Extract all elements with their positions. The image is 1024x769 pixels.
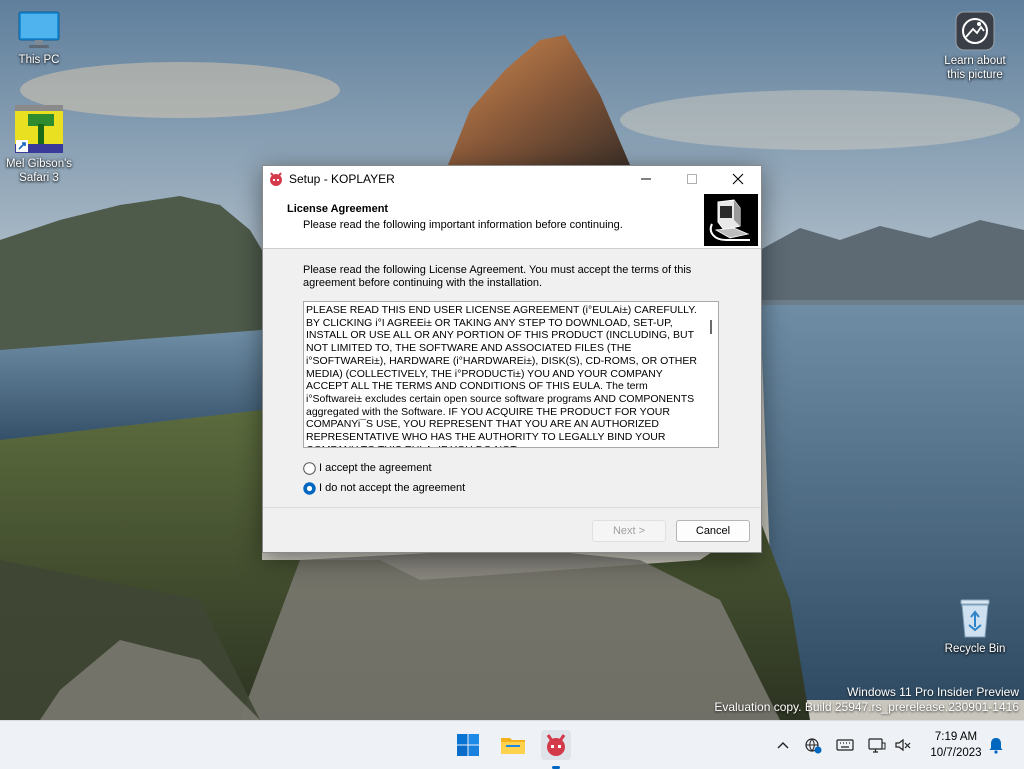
license-scrollbar[interactable]	[704, 302, 718, 447]
speaker-muted-icon	[895, 738, 911, 752]
network-tray-button[interactable]	[803, 735, 823, 755]
show-hidden-icons-button[interactable]	[773, 735, 793, 755]
window-title: Setup - KOPLAYER	[289, 172, 395, 186]
minimize-icon	[641, 178, 651, 180]
start-button[interactable]	[452, 729, 484, 761]
accept-agreement-radio[interactable]: I accept the agreement	[303, 460, 432, 476]
keyboard-tray-button[interactable]	[835, 735, 855, 755]
desktop-icon-learn-picture[interactable]: Learn about this picture	[937, 11, 1013, 82]
page-subtitle: Please read the following important info…	[303, 219, 623, 231]
koplayer-icon	[541, 730, 571, 760]
intro-text: Please read the following License Agreem…	[303, 264, 692, 289]
watermark-build: Evaluation copy. Build 25947.rs_prerelea…	[714, 700, 1019, 714]
computer-install-icon	[704, 194, 758, 246]
bell-icon	[989, 738, 1003, 754]
decline-agreement-label: I do not accept the agreement	[319, 482, 466, 494]
close-icon	[732, 173, 744, 185]
desktop-icon-recycle-bin[interactable]: Recycle Bin	[937, 597, 1013, 656]
taskbar-clock[interactable]: 7:19 AM 10/7/2023	[920, 729, 992, 761]
maximize-button	[669, 166, 715, 192]
close-button[interactable]	[715, 166, 761, 192]
notifications-button[interactable]	[986, 735, 1006, 755]
file-explorer-button[interactable]	[497, 729, 529, 761]
keyboard-icon	[836, 739, 854, 751]
folder-icon	[501, 738, 525, 754]
wizard-header: License Agreement Please read the follow…	[263, 192, 761, 249]
license-text: PLEASE READ THIS END USER LICENSE AGREEM…	[306, 304, 697, 447]
game-shortcut-icon	[15, 105, 63, 153]
footer-divider	[263, 507, 761, 508]
globe-alert-icon	[805, 738, 822, 754]
camera-info-icon	[955, 11, 995, 51]
watermark-edition: Windows 11 Pro Insider Preview	[847, 685, 1019, 699]
desktop-icon-label: This PC	[18, 54, 60, 66]
desktop-icon-this-pc[interactable]: This PC	[1, 10, 77, 67]
installer-logo	[704, 194, 758, 246]
taskbar: 7:19 AM 10/7/2023	[0, 720, 1024, 769]
title-bar[interactable]: Setup - KOPLAYER	[263, 166, 761, 192]
monitor-icon	[18, 11, 60, 48]
chevron-up-icon	[777, 742, 789, 749]
accept-agreement-label: I accept the agreement	[319, 462, 432, 474]
cancel-button[interactable]: Cancel	[676, 520, 750, 542]
decline-agreement-radio[interactable]: I do not accept the agreement	[303, 480, 465, 496]
radio-checked-icon	[303, 481, 316, 495]
clock-time: 7:19 AM	[934, 731, 978, 743]
koplayer-taskbar-button[interactable]	[540, 729, 572, 769]
next-button[interactable]: Next >	[592, 520, 666, 542]
desktop-icon-label: Learn about this picture	[944, 55, 1006, 81]
license-text-box[interactable]: PLEASE READ THIS END USER LICENSE AGREEM…	[303, 301, 719, 448]
windows-logo-icon	[457, 734, 479, 756]
setup-dialog: Setup - KOPLAYER License Agreement Pleas…	[262, 165, 762, 553]
volume-tray-button[interactable]	[893, 735, 913, 755]
desktop-icon-label: Mel Gibson's Safari 3	[5, 158, 73, 184]
clock-date: 10/7/2023	[930, 747, 982, 759]
radio-unchecked-icon	[303, 461, 316, 475]
desktop-icon-label: Recycle Bin	[944, 643, 1006, 655]
desktop-icon-safari-3[interactable]: Mel Gibson's Safari 3	[1, 104, 77, 185]
scrollbar-thumb[interactable]	[710, 320, 712, 334]
windows-evaluation-watermark: Windows 11 Pro Insider Preview Evaluatio…	[714, 685, 1019, 715]
page-title: License Agreement	[287, 203, 389, 215]
display-tray-button[interactable]	[867, 735, 887, 755]
koplayer-icon	[270, 172, 282, 186]
minimize-button[interactable]	[623, 166, 669, 192]
monitor-icon	[868, 738, 886, 753]
maximize-icon	[687, 174, 697, 184]
recycle-bin-icon	[960, 599, 990, 638]
